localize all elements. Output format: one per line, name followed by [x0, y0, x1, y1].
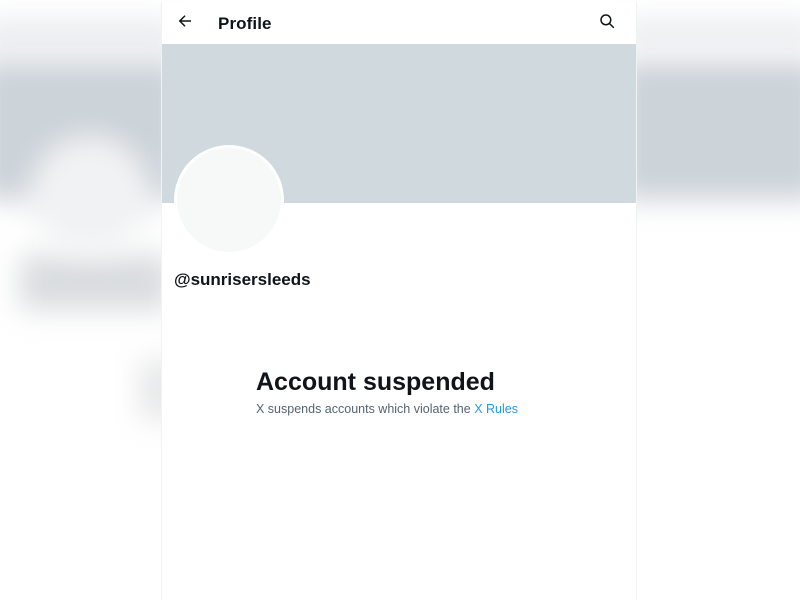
x-rules-link[interactable]: X Rules — [474, 402, 518, 416]
suspension-message-text: X suspends accounts which violate the — [256, 402, 471, 416]
profile-card: Profile @sunrisersleeds Account suspende… — [161, 2, 637, 600]
blurred-block — [620, 20, 800, 50]
avatar — [174, 145, 284, 255]
arrow-left-icon — [176, 12, 194, 35]
blurred-block — [0, 20, 180, 50]
blurred-block — [620, 60, 800, 200]
search-icon — [598, 12, 616, 35]
search-button[interactable] — [592, 8, 622, 38]
suspension-message: X suspends accounts which violate the X … — [256, 402, 616, 416]
suspension-title: Account suspended — [256, 368, 495, 396]
back-button[interactable] — [170, 8, 200, 38]
blurred-block — [20, 255, 170, 310]
suspension-notice: Account suspended X suspends accounts wh… — [256, 366, 616, 416]
page-title: Profile — [218, 14, 272, 33]
profile-handle: @sunrisersleeds — [174, 270, 311, 289]
blurred-block — [30, 135, 150, 255]
profile-header: Profile — [162, 2, 636, 45]
